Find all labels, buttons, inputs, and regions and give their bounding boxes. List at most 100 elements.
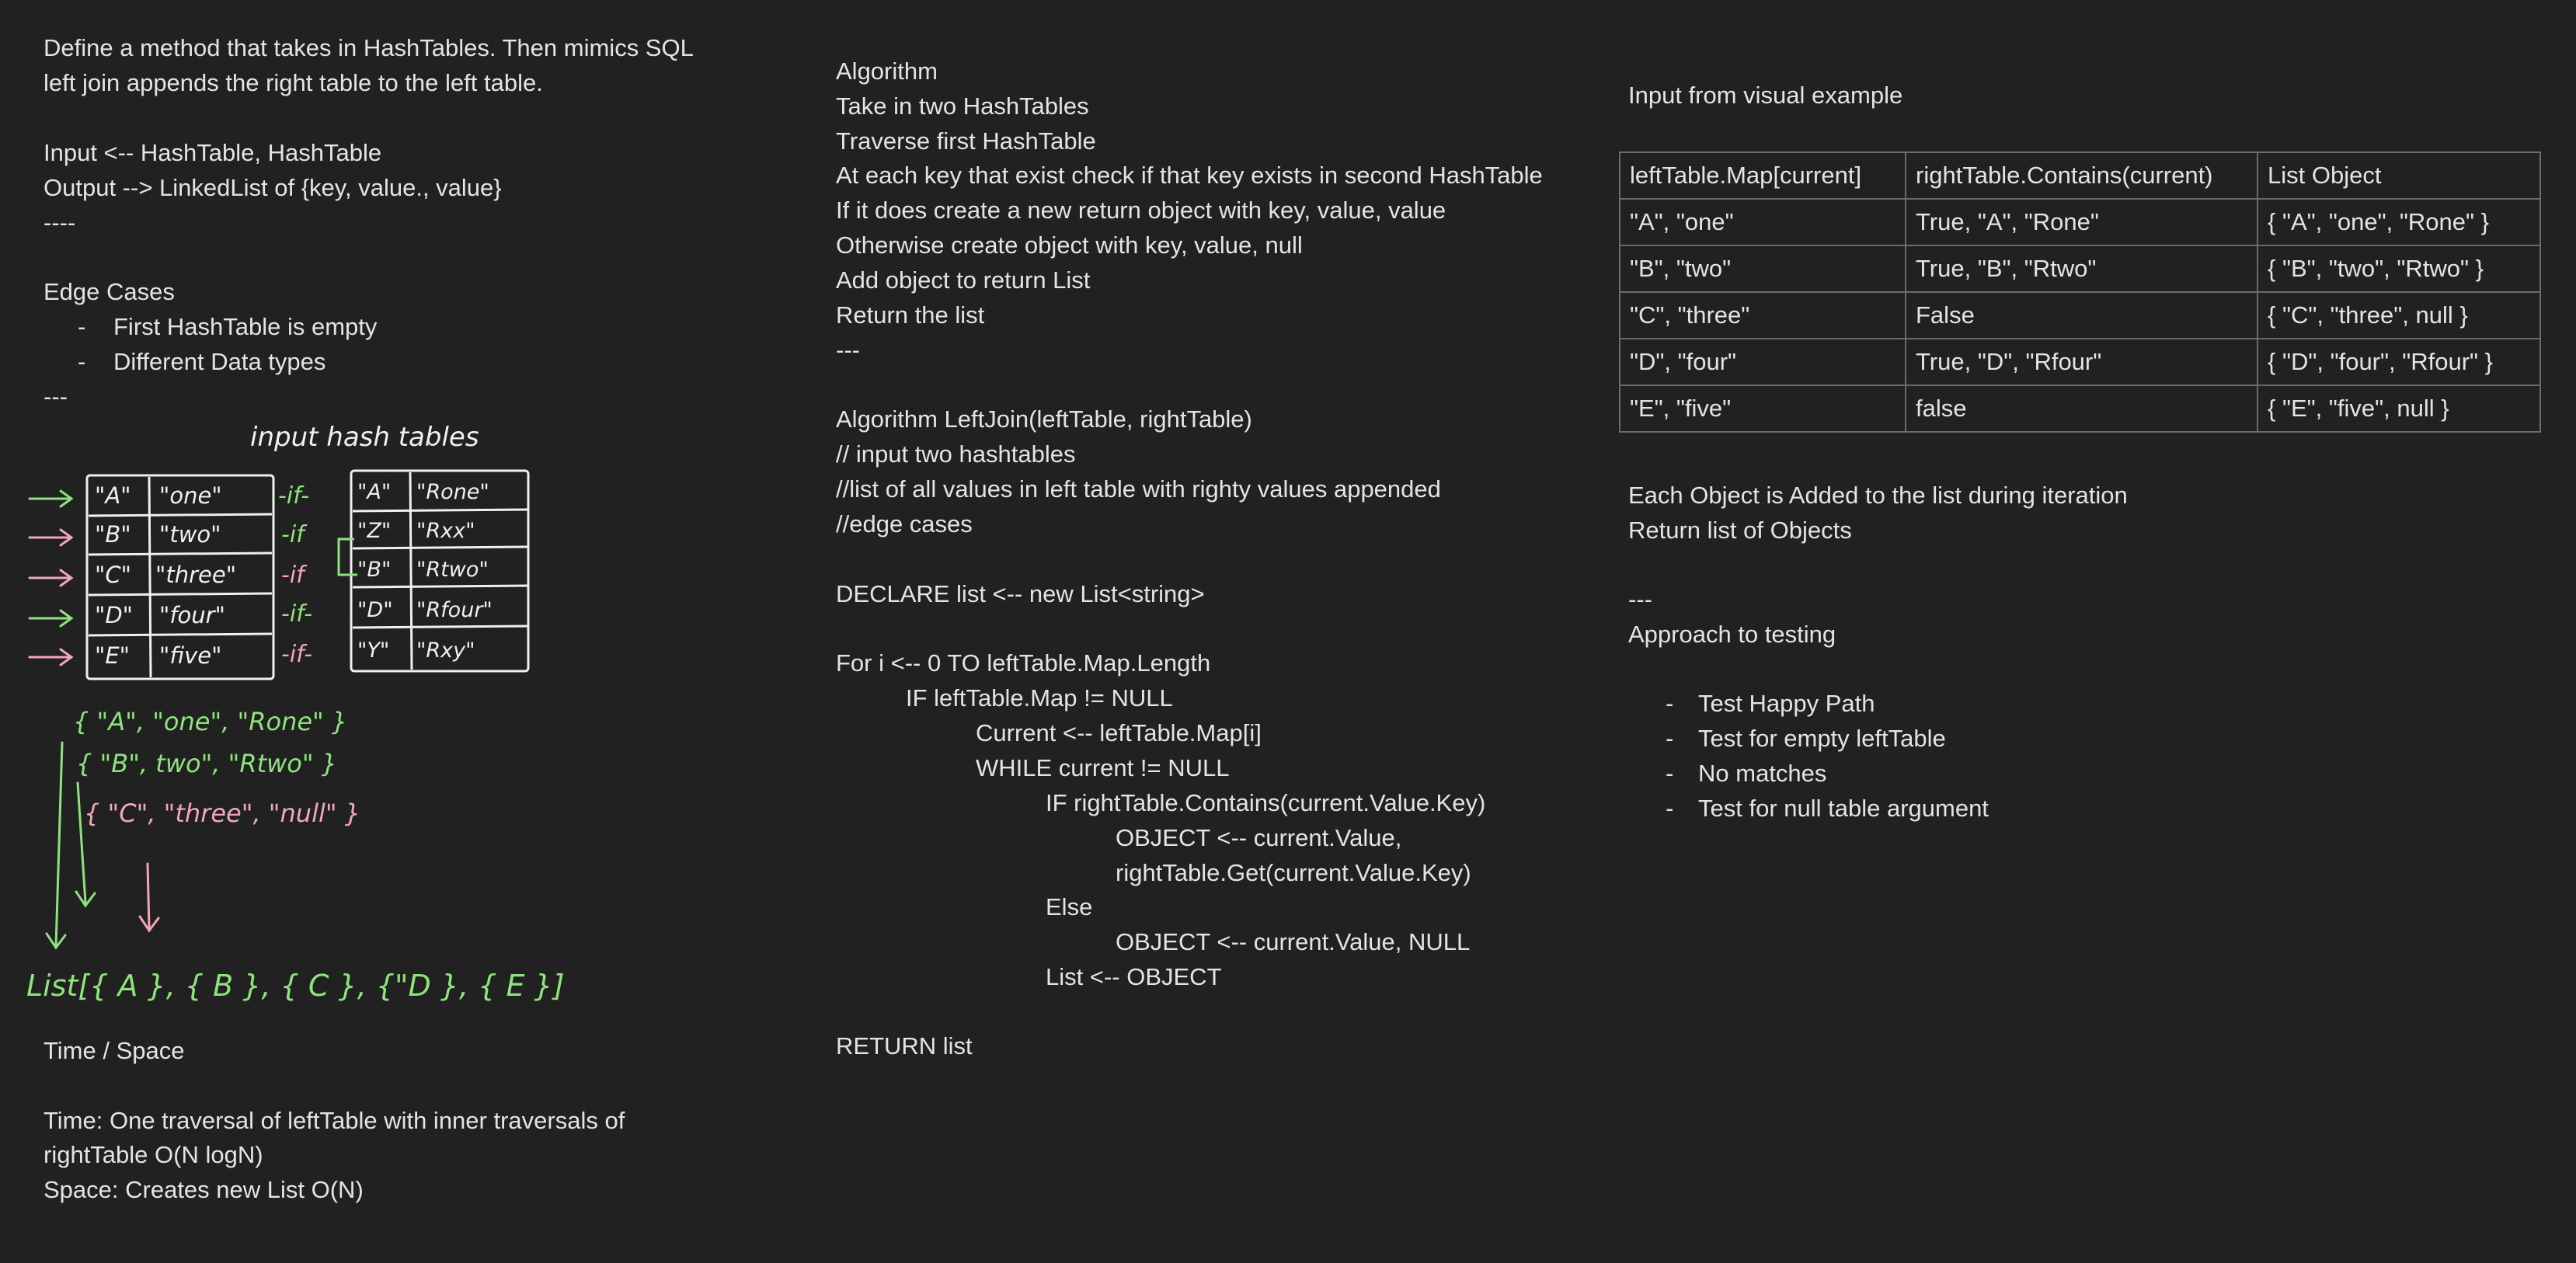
right-table-row-line <box>352 545 529 550</box>
left-table-row-line <box>88 513 273 517</box>
object-b: { "B", two", "Rtwo" } <box>76 749 337 778</box>
example-heading: Input from visual example <box>1628 82 1903 109</box>
row-arrow-icon <box>28 569 74 587</box>
table-cell: { "C", "three", null } <box>2257 291 2541 339</box>
algorithm-step: At each key that exist check if that key… <box>836 162 1543 189</box>
left-table-key: "C" <box>95 562 131 588</box>
pseudocode-line: Algorithm LeftJoin(leftTable, rightTable… <box>836 405 1252 433</box>
pseudocode-line: Else <box>1046 893 1093 920</box>
row-arrow-icon <box>28 648 74 666</box>
if-label: -if- <box>281 641 312 668</box>
note-line: Return list of Objects <box>1628 517 1852 544</box>
down-arrow-icon <box>45 741 67 950</box>
testing-heading: Approach to testing <box>1628 621 1836 648</box>
right-table-divider <box>409 471 413 670</box>
table-header-row: leftTable.Map[current] rightTable.Contai… <box>1619 151 2541 200</box>
algorithm-step: If it does create a new return object wi… <box>836 197 1446 224</box>
left-table-divider <box>148 476 152 678</box>
left-table-value: "one" <box>159 482 222 509</box>
right-table-value: "Rone" <box>416 480 489 504</box>
table-cell: { "B", "two", "Rtwo" } <box>2257 245 2541 293</box>
match-connector <box>337 538 357 576</box>
result-list: List[{ A }, { B }, { C }, {"D }, { E }] <box>26 969 565 1003</box>
table-cell: "E", "five" <box>1619 384 1906 433</box>
object-a: { "A", "one", "Rone" } <box>73 707 347 736</box>
if-label: -if <box>281 562 308 589</box>
if-label: -if- <box>278 482 309 510</box>
left-table-key: "E" <box>95 642 130 669</box>
left-table-row-line <box>88 592 273 597</box>
algorithm-step: Add object to return List <box>836 266 1091 294</box>
pseudocode-line: WHILE current != NULL <box>976 754 1230 781</box>
right-table-key: "Y" <box>357 638 389 663</box>
if-label: -if- <box>281 600 312 628</box>
pseudocode-line: RETURN list <box>836 1032 973 1059</box>
pseudocode-line: //list of all values in left table with … <box>836 475 1441 503</box>
bullet-dash: - <box>1666 690 1674 717</box>
table-cell: True, "B", "Rtwo" <box>1905 245 2258 293</box>
example-table: leftTable.Map[current] rightTable.Contai… <box>1619 151 2541 433</box>
pseudocode-line: IF rightTable.Contains(current.Value.Key… <box>1046 789 1486 816</box>
separator: --- <box>1628 586 1652 613</box>
algorithm-step: Return the list <box>836 301 985 329</box>
left-table-value: "three" <box>155 562 236 588</box>
bullet-dash: - <box>1666 760 1674 787</box>
table-row: "C", "three" False { "C", "three", null … <box>1619 291 2541 339</box>
pseudocode-line: //edge cases <box>836 510 973 538</box>
test-item: Test for empty leftTable <box>1698 725 1946 752</box>
sketch-title-text: input hash tables <box>250 422 479 453</box>
right-table-key: "A" <box>357 480 391 504</box>
table-cell: "A", "one" <box>1619 198 1906 246</box>
right-table-value: "Rxy" <box>416 638 475 663</box>
table-row: "B", "two" True, "B", "Rtwo" { "B", "two… <box>1619 245 2541 293</box>
algorithm-step: Traverse first HashTable <box>836 127 1096 155</box>
algorithm-step: Take in two HashTables <box>836 92 1089 120</box>
table-cell: "B", "two" <box>1619 245 1906 293</box>
table-cell: True, "A", "Rone" <box>1905 198 2258 246</box>
pseudocode-line: For i <-- 0 TO leftTable.Map.Length <box>836 649 1211 677</box>
table-cell: { "A", "one", "Rone" } <box>2257 198 2541 246</box>
algorithm-heading: Algorithm <box>836 57 938 85</box>
separator: --- <box>836 336 860 364</box>
pseudocode-line: Current <-- leftTable.Map[i] <box>976 719 1262 746</box>
pseudocode-line: rightTable.Get(current.Value.Key) <box>1116 859 1471 886</box>
right-table-key: "Z" <box>357 519 391 543</box>
right-table-row-line <box>352 625 529 629</box>
right-table-key: "B" <box>357 558 391 582</box>
right-table-value: "Rtwo" <box>416 558 489 582</box>
table-cell: False <box>1905 291 2258 339</box>
row-arrow-icon <box>28 528 74 547</box>
table-row: "D", "four" True, "D", "Rfour" { "D", "f… <box>1619 338 2541 386</box>
table-cell: false <box>1905 384 2258 433</box>
pseudocode-line: // input two hashtables <box>836 440 1076 468</box>
pseudocode-line: OBJECT <-- current.Value, <box>1116 824 1402 851</box>
pseudocode-line: DECLARE list <-- new List<string> <box>836 580 1205 607</box>
right-table-row-line <box>352 508 529 513</box>
down-arrow-icon <box>138 862 160 933</box>
table-cell: "D", "four" <box>1619 338 1906 386</box>
left-table-value: "four" <box>159 602 225 628</box>
left-table-value: "two" <box>159 521 221 548</box>
object-c: { "C", "three", "null" } <box>84 799 360 828</box>
table-cell: { "D", "four", "Rfour" } <box>2257 338 2541 386</box>
right-table-row-line <box>352 584 529 589</box>
pseudocode-line: OBJECT <-- current.Value, NULL <box>1116 928 1471 955</box>
left-table-key: "D" <box>95 602 133 628</box>
right-table-value: "Rfour" <box>416 598 493 622</box>
table-header: List Object <box>2257 151 2541 200</box>
right-table-key: "D" <box>357 598 393 622</box>
left-table-value: "five" <box>159 642 221 669</box>
table-cell: "C", "three" <box>1619 291 1906 339</box>
algorithm-step: Otherwise create object with key, value,… <box>836 231 1303 259</box>
table-cell: { "E", "five", null } <box>2257 384 2541 433</box>
sketch-title: input hash tables <box>250 422 479 453</box>
test-item: Test for null table argument <box>1698 795 1989 822</box>
bullet-dash: - <box>1666 795 1674 822</box>
right-table-value: "Rxx" <box>416 519 475 543</box>
pseudocode-line: IF leftTable.Map != NULL <box>906 684 1173 712</box>
table-header: leftTable.Map[current] <box>1619 151 1906 200</box>
table-header: rightTable.Contains(current) <box>1905 151 2258 200</box>
left-table-key: "A" <box>95 482 131 509</box>
table-row: "E", "five" false { "E", "five", null } <box>1619 384 2541 433</box>
test-item: No matches <box>1698 760 1827 787</box>
